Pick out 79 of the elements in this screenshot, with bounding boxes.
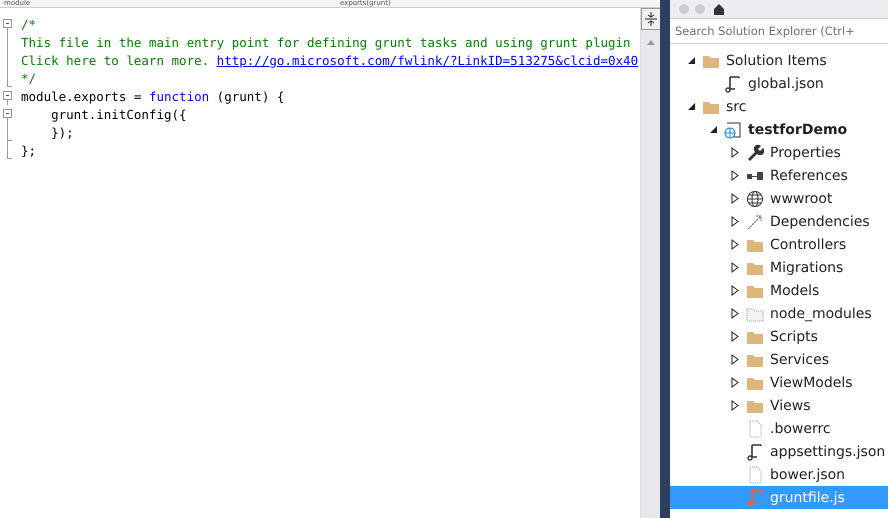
web-project-icon [724, 120, 742, 138]
link[interactable]: http://go.microsoft.com/fwlink/?LinkID=513275&clcid=0x40 [216, 52, 638, 68]
collapse-icon[interactable] [708, 125, 718, 134]
expand-icon[interactable] [731, 354, 739, 365]
item-label: Models [770, 282, 820, 298]
item-label: Dependencies [770, 214, 870, 230]
item-label: src [726, 98, 746, 114]
script-file-icon [746, 488, 764, 506]
item-label: Services [770, 352, 830, 368]
item-label: Scripts [770, 328, 818, 344]
globe-icon [746, 190, 764, 208]
item-label: .bowerrc [770, 420, 831, 436]
arrow-icon [746, 212, 764, 230]
code-text: grunt.initConfig({ [50, 106, 187, 122]
expand-icon[interactable] [731, 193, 739, 204]
tree-item[interactable]: Properties [670, 141, 888, 164]
expand-icon[interactable] [731, 147, 739, 158]
code-text: /* [21, 16, 36, 32]
item-label: Solution Items [726, 52, 827, 68]
scrollbar[interactable] [640, 8, 660, 518]
split-handle[interactable] [640, 8, 660, 30]
expand-icon[interactable] [731, 239, 739, 250]
code-text: Click here to learn more. [21, 52, 210, 68]
tree-item[interactable]: bower.json [670, 463, 888, 486]
wrench-icon [746, 144, 764, 162]
expand-icon[interactable] [731, 216, 739, 227]
item-label: gruntfile.js [770, 490, 845, 506]
collapse-icon[interactable] [686, 56, 696, 65]
tree-item[interactable]: References [670, 164, 888, 187]
expand-icon[interactable] [731, 262, 739, 273]
expand-icon[interactable] [731, 308, 739, 319]
code-text: */ [21, 70, 36, 86]
script-file-icon [724, 74, 742, 92]
item-label: node_modules [770, 306, 872, 322]
expand-icon[interactable] [731, 170, 739, 181]
expand-icon[interactable] [731, 331, 739, 342]
tree-item[interactable]: src [670, 95, 888, 118]
expand-icon[interactable] [731, 285, 739, 296]
tree-item[interactable]: global.json [670, 72, 888, 95]
item-label: testforDemo [748, 122, 848, 138]
tree-item[interactable]: ViewModels [670, 371, 888, 394]
script-file-icon [746, 442, 764, 460]
expand-icon[interactable] [731, 377, 739, 388]
item-label: global.json [748, 76, 824, 92]
expand-icon[interactable] [731, 400, 739, 411]
split-icon [644, 11, 658, 27]
item-label: Controllers [770, 236, 846, 252]
tree-item[interactable]: Controllers [670, 233, 888, 256]
code-text: module.exports = [21, 88, 142, 104]
code-text: }); [50, 124, 74, 140]
item-label: Properties [770, 144, 841, 160]
tree-item[interactable]: Solution Items [670, 49, 888, 72]
code-text: function [148, 88, 210, 104]
item-label: wwwroot [770, 190, 832, 206]
tree-item[interactable]: testforDemo [670, 118, 888, 141]
item-label: ViewModels [770, 374, 853, 390]
item-label: Views [770, 398, 811, 414]
item-label: appsettings.json [770, 444, 886, 460]
item-label: References [770, 168, 848, 184]
collapse-icon[interactable] [3, 109, 12, 118]
tree-item[interactable]: Views [670, 394, 888, 417]
code-text: (grunt) { [216, 88, 284, 104]
search-field[interactable]: Search Solution Explorer (Ctrl+ [670, 18, 888, 44]
tree-item[interactable]: Migrations [670, 256, 888, 279]
tree-item[interactable]: Dependencies [670, 210, 888, 233]
tree-item[interactable]: wwwroot [670, 187, 888, 210]
tree-item[interactable]: appsettings.json [670, 440, 888, 463]
tree-item[interactable]: .bowerrc [670, 417, 888, 440]
collapse-icon[interactable] [686, 102, 696, 111]
collapse-icon[interactable] [3, 19, 12, 28]
code-text: }; [21, 142, 36, 158]
collapse-icon[interactable] [3, 91, 12, 100]
item-label: Migrations [770, 260, 844, 276]
tree-item[interactable]: node_modules [670, 302, 888, 325]
tree-item[interactable]: Services [670, 348, 888, 371]
item-label: bower.json [770, 466, 846, 482]
tree-item[interactable]: Scripts [670, 325, 888, 348]
tree-item[interactable]: Models [670, 279, 888, 302]
code-text: This file in the main entry point for defining grunt tasks and using grunt plugin [21, 34, 631, 50]
